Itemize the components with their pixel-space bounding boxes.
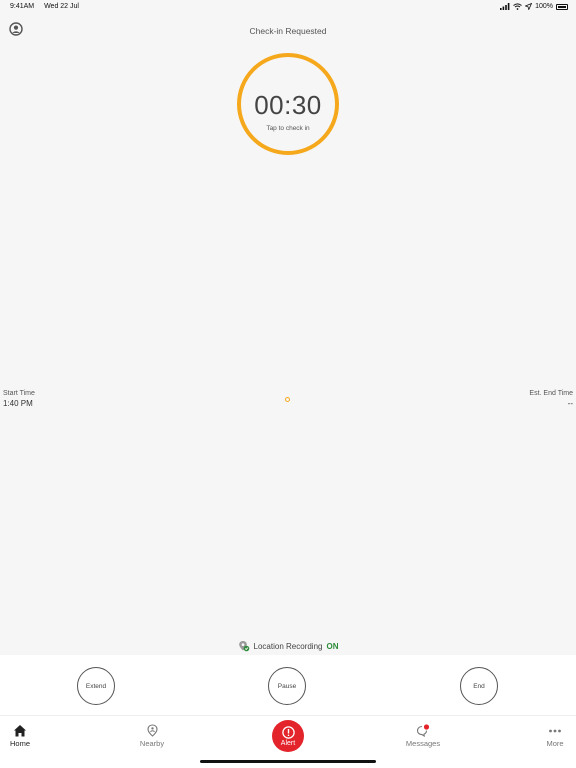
location-recording-state: ON — [326, 641, 339, 651]
battery-icon — [556, 3, 568, 10]
more-dots-icon — [549, 729, 561, 733]
status-time: 9:41AM — [10, 3, 35, 10]
page-title: Check-in Requested — [249, 26, 327, 36]
tab-messages[interactable]: Messages — [393, 724, 453, 748]
tab-home[interactable]: Home — [0, 724, 50, 748]
home-icon — [14, 725, 26, 737]
check-in-timer-button[interactable]: 00:30 Tap to check in — [237, 53, 339, 155]
location-check-icon — [238, 641, 249, 652]
timer-countdown: 00:30 — [254, 90, 322, 120]
status-date: Wed 22 Jul — [44, 3, 79, 10]
nearby-pin-icon — [146, 724, 158, 737]
session-controls: Extend Pause End — [0, 655, 576, 715]
wifi-icon — [513, 3, 522, 10]
messages-icon — [416, 724, 430, 737]
tab-more-label: More — [546, 739, 564, 748]
loading-spinner-icon — [285, 397, 290, 402]
alert-exclamation-icon — [281, 726, 295, 739]
end-time-block: Est. End Time -- — [529, 390, 573, 408]
start-time-label: Start Time — [3, 390, 35, 397]
alert-button[interactable]: Alert — [272, 720, 304, 752]
alert-label: Alert — [280, 740, 296, 747]
status-bar: 9:41AM Wed 22 Jul 100% — [0, 0, 576, 14]
start-time-block: Start Time 1:40 PM — [3, 390, 35, 408]
tab-messages-label: Messages — [405, 739, 441, 748]
extend-button[interactable]: Extend — [77, 667, 115, 705]
location-recording-label: Location Recording — [253, 641, 323, 651]
signal-icon — [500, 3, 510, 10]
home-indicator — [200, 760, 376, 763]
tab-more[interactable]: More — [525, 724, 576, 748]
battery-percent: 100% — [535, 3, 553, 10]
end-time-value: -- — [567, 399, 573, 408]
end-time-label: Est. End Time — [529, 390, 573, 397]
tab-nearby[interactable]: Nearby — [122, 724, 182, 748]
start-time-value: 1:40 PM — [3, 399, 33, 408]
location-arrow-icon — [525, 3, 533, 10]
end-button[interactable]: End — [460, 667, 498, 705]
tab-home-label: Home — [9, 739, 30, 748]
pause-button[interactable]: Pause — [268, 667, 306, 705]
tab-nearby-label: Nearby — [139, 739, 165, 748]
location-recording-status: Location Recording ON — [0, 640, 576, 652]
timer-hint: Tap to check in — [266, 125, 310, 132]
